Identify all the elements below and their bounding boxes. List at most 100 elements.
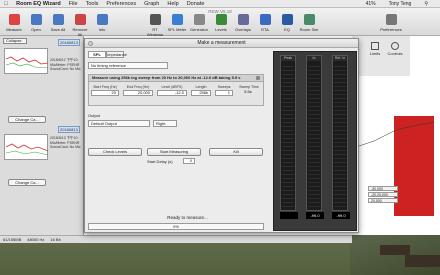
cancel-button[interactable]: Kill [209,148,263,156]
sweep-time-field: Sweep Time 5.5s [237,85,261,96]
dialog-title-bar: Make a measurement [85,39,358,48]
graph-readouts: -30.000 -20.20,000 20,000 [368,186,398,204]
sweeps-input[interactable]: 1 [215,90,233,96]
start-measuring-button[interactable]: Start Measuring [147,148,201,156]
meter-value [280,212,298,219]
readout-value: -30.000 [368,186,398,191]
start-delay-input[interactable]: 0 [183,158,195,164]
levels-button[interactable]: Levels [211,14,231,32]
rew-main-window: REW V5.18 Measure Open Save All Remove A… [0,8,440,275]
menu-help[interactable]: Help [167,1,178,7]
generator-icon [193,14,205,25]
sweep-options-icon[interactable] [256,76,260,80]
generator-button[interactable]: Generator [189,14,209,32]
rta-button[interactable]: RTA [255,14,275,32]
tab-impedance[interactable]: Impedance [106,51,127,58]
room-sim-button[interactable]: Room Sim [299,14,319,32]
response-trace [394,116,434,216]
limits-button[interactable]: Limits [366,42,384,56]
output-label: Output [88,113,101,118]
menu-donate[interactable]: Donate [187,1,205,7]
menu-file[interactable]: File [69,1,78,7]
folder-icon [30,14,42,25]
status-message: Ready to measure... [167,215,208,220]
save-all-button[interactable]: Save All [48,14,68,32]
collapse-button[interactable]: Collapse [3,38,27,44]
limits-icon [371,42,379,50]
start-delay-label: Start Delay (s) [147,159,173,164]
response-curve-icon [5,143,49,156]
meter-scale [334,63,346,208]
measure-dialog: Make a measurement SPL Impedance No timi… [84,38,359,233]
measurement-name[interactable]: 20180813 [58,39,80,46]
meter-scale [282,63,294,208]
measurement-thumbnail[interactable] [4,48,49,74]
start-delay-field: Start Delay (s) 0 [147,158,195,164]
user-name[interactable]: Tony Teng [389,1,412,7]
output-device-select[interactable]: Default Output [88,120,150,127]
measurement-name[interactable]: 20180813 [58,126,80,133]
menu-preferences[interactable]: Preferences [106,1,136,7]
bit-depth: 16 Bit [50,237,61,242]
measurement-type-tabs: SPL Impedance [88,51,127,58]
timing-reference-select[interactable]: No timing reference [88,62,168,69]
sweep-settings: Measure using 256k log sweep from 20 Hz … [88,74,264,106]
sweep-time-value: 5.5s [244,89,252,94]
windows-icon [149,14,161,25]
info-button[interactable]: Info [92,14,112,32]
input-meter: In -99.0 [306,55,324,219]
open-button[interactable]: Open [26,14,46,32]
tab-spl[interactable]: SPL [88,51,106,58]
progress-bar: 0% [88,223,264,230]
start-freq-input[interactable]: 20 [91,90,119,96]
gear-icon [385,14,397,25]
output-channel-select[interactable]: Right [153,120,177,127]
spl-meter-icon [171,14,183,25]
spl-meter-button[interactable]: SPL Meter [167,14,187,32]
room-sim-icon [303,14,315,25]
sweeps-field: Sweeps 1 [215,85,233,96]
start-freq-field: Start Freq (Hz) 20 [91,85,119,96]
length-select[interactable]: 256k [191,90,211,96]
remove-icon [74,14,86,25]
measurement-thumbnail[interactable] [4,134,49,160]
controls-button[interactable]: Controls [386,42,404,56]
toolbar: REW V5.18 Measure Open Save All Remove A… [0,8,440,37]
status-bar: 81/155MB 48000 Hz 16 Bit [0,235,352,243]
level-meters: Peak In -99.0 Ref. In -99.0 [273,51,357,231]
change-cal-button[interactable]: Change Ca... [8,116,46,123]
overlays-button[interactable]: Overlays [233,14,253,32]
rt-windows-button[interactable]: RT Windows [145,14,165,37]
meter-scale [308,63,320,208]
preferences-button[interactable]: Preferences [378,14,404,32]
menu-tools[interactable]: Tools [86,1,99,7]
check-levels-button[interactable]: Check Levels [88,148,142,156]
menu-app-name[interactable]: Room EQ Wizard [16,1,61,7]
measurement-info: 2018/8/13 下午10: Mic/Meter: PSENR SoundCa… [50,136,81,149]
apple-icon[interactable]:  [4,1,8,7]
readout-value: -20.20,000 [368,192,398,197]
remove-all-button[interactable]: Remove All [70,14,90,37]
output-settings: Output [88,113,100,119]
level-input[interactable]: -12.0 [157,90,187,96]
readout-value: 20,000 [368,198,398,203]
end-freq-field: End Freq (Hz) 20,000 [123,85,153,96]
search-icon[interactable]: ⚲ [424,1,428,7]
close-icon[interactable] [88,41,93,46]
battery-status[interactable]: 41% [366,1,376,7]
end-freq-input[interactable]: 20,000 [123,90,153,96]
response-curve-icon [5,56,49,69]
eq-button[interactable]: EQ [277,14,297,32]
meter-label: In [307,56,321,61]
measurements-panel: Collapse 20180813 2018/8/12 下午10: Mic/Me… [0,36,84,235]
measure-button[interactable]: Measure [4,14,24,32]
save-icon [52,14,64,25]
dialog-title: Make a measurement [197,40,246,46]
level-field: Level (dBFS) -12.0 [157,85,187,96]
graph-controls: Limits Controls [352,36,410,76]
menu-graph[interactable]: Graph [144,1,159,7]
menubar:  Room EQ Wizard File Tools Preferences … [0,0,440,8]
change-cal-button[interactable]: Change Ca... [8,179,46,186]
sweep-summary: Measure using 256k log sweep from 20 Hz … [89,75,263,82]
info-icon [96,14,108,25]
